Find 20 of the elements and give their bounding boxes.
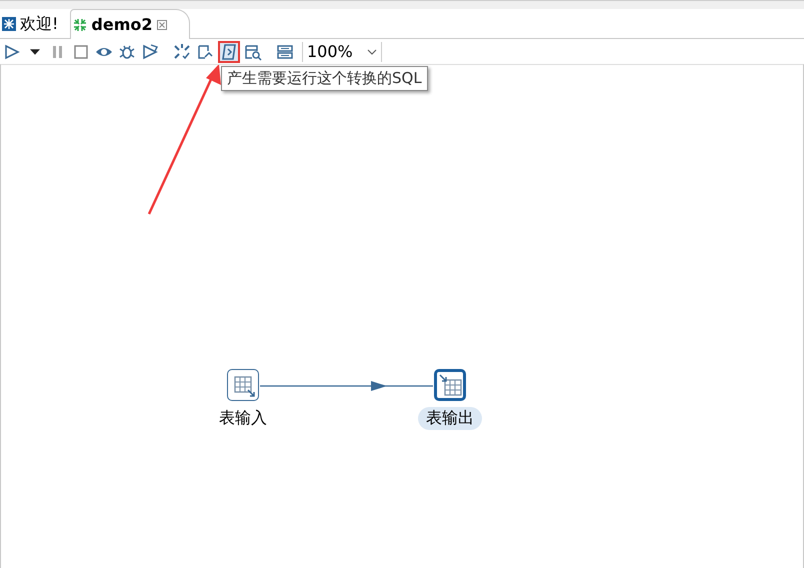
impact-icon xyxy=(196,42,214,60)
step-label: 表输出 xyxy=(418,407,482,430)
replay-icon xyxy=(141,42,159,60)
zoom-combo[interactable]: 100% xyxy=(302,42,382,62)
script-icon xyxy=(220,42,238,60)
tab[interactable]: 欢迎! xyxy=(0,10,64,38)
step-label: 表输入 xyxy=(218,407,268,429)
database-search-icon xyxy=(244,42,262,60)
step-node[interactable] xyxy=(434,369,466,401)
run-icon xyxy=(3,42,21,60)
arrows-icon xyxy=(73,18,88,32)
dropdown-icon xyxy=(30,46,40,56)
arrows-tick-icon xyxy=(173,42,191,60)
chevron-icon xyxy=(367,48,377,54)
table-icon xyxy=(276,42,294,60)
close-icon[interactable] xyxy=(156,20,167,30)
step-node[interactable] xyxy=(227,369,259,401)
stop-icon xyxy=(72,42,90,60)
tooltip: 产生需要运行这个转换的SQL xyxy=(221,66,428,91)
tab[interactable]: demo2 xyxy=(70,9,190,39)
